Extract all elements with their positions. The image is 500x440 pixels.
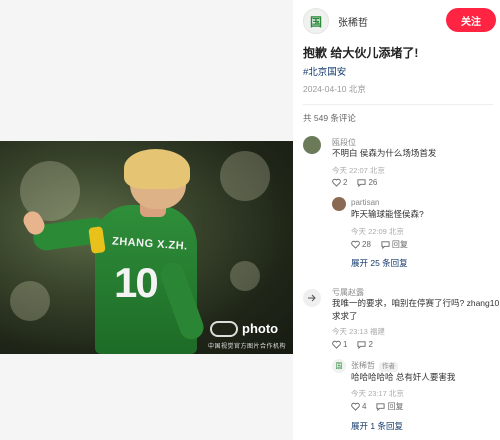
reply-meta: 今天 22:09 北京: [351, 227, 404, 236]
like-button[interactable]: 28: [351, 240, 371, 249]
reply-actions: 4 回复: [351, 401, 413, 412]
reply-label: 回复: [387, 402, 404, 411]
expand-replies-link[interactable]: 展开 1 条回复: [351, 420, 403, 432]
comment-actions: 1 2: [332, 340, 383, 349]
reply-text: 昨天输球能怪侯森?: [351, 209, 424, 219]
watermark-subtitle: 中国视觉官方图片合作机构: [208, 344, 287, 350]
reply-text: 哈哈哈哈哈 总有奸人要害我: [351, 372, 456, 382]
comment-text: 不明白 侯森为什么场场首发: [332, 148, 437, 158]
heart-icon: [332, 340, 341, 349]
media-pane: ZHANG X.ZH. 10 photo 中国视觉官方图片合作机构: [0, 0, 293, 440]
reply-count-button[interactable]: 2: [357, 340, 373, 349]
watermark: photo: [242, 321, 279, 336]
watermark-logo-icon: [210, 321, 238, 337]
comment-actions: 2 26: [332, 178, 387, 187]
like-button[interactable]: 2: [332, 178, 347, 187]
comment-icon: [357, 341, 367, 349]
comment-icon: [381, 241, 390, 249]
reply-author-name: 张稀哲: [351, 361, 375, 370]
post-photo[interactable]: ZHANG X.ZH. 10 photo 中国视觉官方图片合作机构: [0, 141, 293, 354]
follow-button[interactable]: 关注: [446, 8, 496, 32]
comment-text-line2: 求求了: [332, 311, 358, 321]
reply-button[interactable]: 回复: [381, 239, 408, 250]
commenter-avatar[interactable]: [303, 136, 321, 154]
like-count: 2: [343, 178, 348, 187]
comment-meta: 今天 23:13 福建: [332, 327, 385, 336]
post-tag[interactable]: #北京国安: [303, 64, 346, 78]
reply-count: 26: [368, 178, 378, 187]
author-name[interactable]: 张稀哲: [338, 14, 368, 29]
reply-actions: 28 回复: [351, 239, 418, 250]
like-button[interactable]: 4: [351, 402, 366, 411]
reply-avatar[interactable]: [332, 197, 346, 211]
comment-text: 我唯一的要求，咱别在停赛了行吗? zhang10: [332, 298, 500, 308]
author-avatar[interactable]: 国: [303, 8, 329, 34]
like-count: 4: [362, 402, 367, 411]
expand-replies-link[interactable]: 展开 25 条回复: [351, 257, 408, 269]
share-arrow-icon: [308, 294, 316, 302]
comment-icon: [357, 179, 367, 187]
jersey-number: 10: [114, 259, 159, 306]
commenter-avatar[interactable]: [303, 289, 321, 307]
player-hair: [124, 149, 190, 189]
heart-icon: [332, 178, 341, 187]
reply-count-button[interactable]: 26: [357, 178, 377, 187]
heart-icon: [351, 402, 360, 411]
post-date-location: 2024-04-10 北京: [303, 84, 366, 94]
comment-icon: [376, 403, 386, 411]
like-count: 28: [362, 240, 371, 249]
reply-button[interactable]: 回复: [376, 401, 403, 412]
divider: [303, 104, 493, 105]
reply-meta: 今天 23:17 北京: [351, 389, 404, 398]
heart-icon: [351, 240, 360, 249]
like-count: 1: [343, 340, 348, 349]
reply-label: 回复: [391, 240, 408, 249]
comment-count: 共 549 条评论: [303, 113, 356, 123]
reply-avatar[interactable]: 国: [332, 359, 346, 373]
detail-pane: 国 张稀哲 关注 抱歉 给大伙儿添堵了! #北京国安 2024-04-10 北京…: [293, 0, 500, 440]
like-button[interactable]: 1: [332, 340, 347, 349]
comment-meta: 今天 22:07 北京: [332, 166, 385, 175]
post-detail: ZHANG X.ZH. 10 photo 中国视觉官方图片合作机构 国 张稀哲 …: [0, 0, 500, 440]
post-title: 抱歉 给大伙儿添堵了!: [303, 46, 419, 60]
reply-count: 2: [368, 340, 373, 349]
reply-name[interactable]: partisan: [351, 198, 379, 207]
